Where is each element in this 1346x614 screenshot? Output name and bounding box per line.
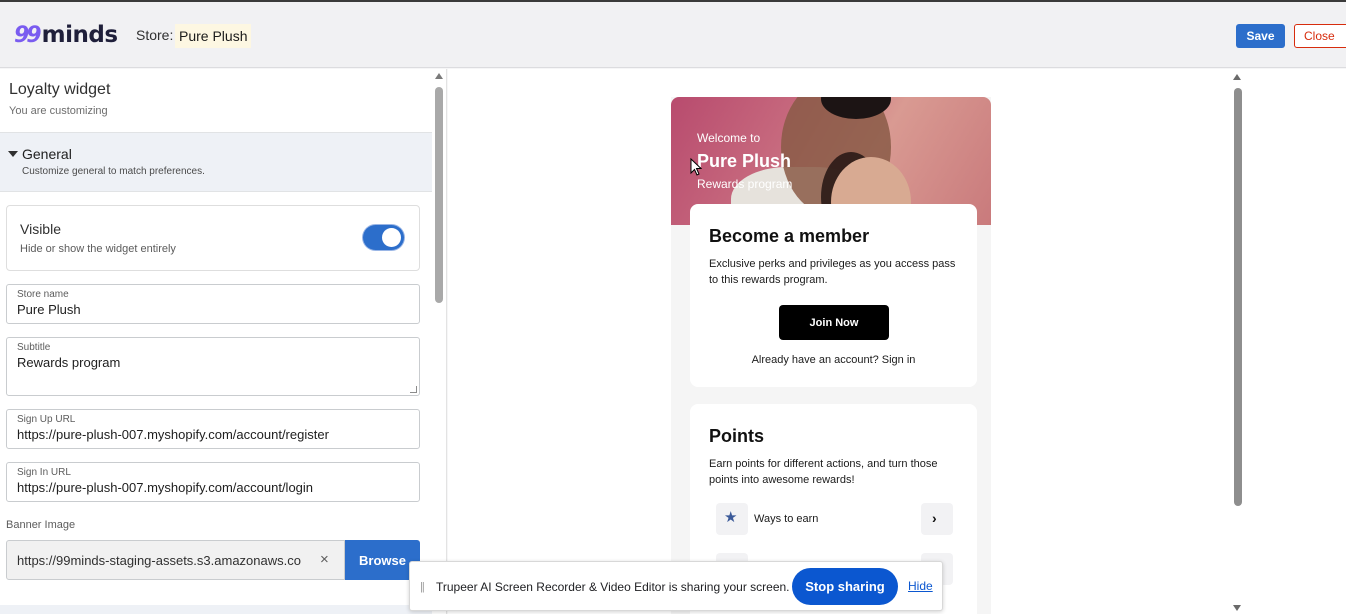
signin-url-field[interactable]: Sign In URL https://pure-plush-007.mysho… — [6, 462, 420, 502]
row-label: Ways to earn — [754, 513, 819, 525]
member-title: Become a member — [709, 226, 870, 246]
chevron-button[interactable]: › — [921, 503, 953, 535]
signin-link[interactable]: Sign in — [882, 354, 916, 366]
resize-handle-icon[interactable] — [410, 386, 417, 393]
field-value: Rewards program — [17, 355, 121, 370]
scroll-up-icon[interactable] — [1233, 74, 1241, 80]
scrollbar-thumb[interactable] — [435, 87, 443, 303]
field-value: https://pure-plush-007.myshopify.com/acc… — [17, 480, 314, 495]
caret-down-icon — [8, 151, 18, 157]
screen-sharing-bar: || Trupeer AI Screen Recorder & Video Ed… — [409, 561, 943, 611]
banner-image-input[interactable]: https://99minds-staging-assets.s3.amazon… — [6, 540, 345, 580]
panel-subtitle: You are customizing — [9, 105, 108, 117]
store-name-chip: Pure Plush — [175, 24, 252, 48]
visible-setting-card: Visible Hide or show the widget entirely — [6, 205, 420, 271]
ways-to-earn-row[interactable]: ★ Ways to earn › — [716, 503, 953, 535]
scrollbar-thumb[interactable] — [1234, 88, 1242, 506]
panel-title: Loyalty widget — [9, 81, 111, 98]
loyalty-widget-preview: Welcome to Pure Plush Rewards program Be… — [671, 97, 991, 614]
toggle-knob — [382, 228, 401, 247]
store-label: Store: — [136, 27, 174, 43]
join-now-button[interactable]: Join Now — [779, 305, 889, 340]
save-button[interactable]: Save — [1236, 24, 1285, 48]
member-description: Exclusive perks and privileges as you ac… — [709, 258, 956, 286]
hero-store-name: Pure Plush — [697, 151, 792, 171]
visible-toggle[interactable] — [363, 225, 404, 250]
banner-image-url: https://99minds-staging-assets.s3.amazon… — [17, 553, 301, 568]
hero-welcome-text: Welcome to — [697, 131, 761, 145]
general-section-header[interactable]: General Customize general to match prefe… — [0, 132, 432, 192]
hero-subtitle: Rewards program — [697, 177, 793, 191]
signin-prompt: Already have an account? Sign in — [690, 354, 977, 366]
member-card: Become a member Exclusive perks and priv… — [690, 204, 977, 387]
section-title: General — [22, 146, 72, 162]
next-section-edge — [0, 605, 432, 614]
field-value: https://pure-plush-007.myshopify.com/acc… — [17, 427, 329, 442]
visible-description: Hide or show the widget entirely — [20, 243, 176, 255]
points-description: Earn points for different actions, and t… — [709, 458, 938, 486]
drag-handle-icon[interactable]: || — [420, 581, 425, 593]
hide-link[interactable]: Hide — [908, 579, 933, 593]
visible-title: Visible — [20, 221, 61, 237]
chevron-right-icon: › — [932, 510, 937, 526]
close-button[interactable]: Close — [1294, 24, 1346, 48]
sharing-message: Trupeer AI Screen Recorder & Video Edito… — [436, 580, 790, 594]
app-header: 99 minds Store: Pure Plush Save Close — [0, 2, 1346, 68]
clear-icon[interactable]: × — [320, 551, 329, 568]
field-label: Subtitle — [17, 342, 51, 353]
section-description: Customize general to match preferences. — [22, 166, 205, 177]
icon-box: ★ — [716, 503, 748, 535]
field-label: Sign Up URL — [17, 414, 76, 425]
subtitle-field[interactable]: Subtitle Rewards program — [6, 337, 420, 396]
banner-image-label: Banner Image — [6, 519, 76, 531]
scroll-up-icon[interactable] — [435, 73, 443, 79]
star-icon: ★ — [724, 509, 738, 526]
logo-mark: 99 — [14, 22, 42, 48]
app-logo[interactable]: 99 minds — [14, 22, 118, 48]
field-label: Store name — [17, 289, 69, 300]
store-name-field[interactable]: Store name Pure Plush — [6, 284, 420, 324]
account-text: Already have an account? — [751, 354, 879, 366]
settings-scrollbar[interactable] — [432, 69, 447, 614]
stop-sharing-button[interactable]: Stop sharing — [792, 568, 898, 605]
scroll-down-icon[interactable] — [1233, 605, 1241, 611]
signup-url-field[interactable]: Sign Up URL https://pure-plush-007.mysho… — [6, 409, 420, 449]
logo-text: minds — [41, 22, 118, 48]
settings-panel: Loyalty widget You are customizing Gener… — [0, 69, 432, 614]
field-label: Sign In URL — [17, 467, 71, 478]
field-value: Pure Plush — [17, 302, 81, 317]
points-title: Points — [709, 426, 765, 446]
